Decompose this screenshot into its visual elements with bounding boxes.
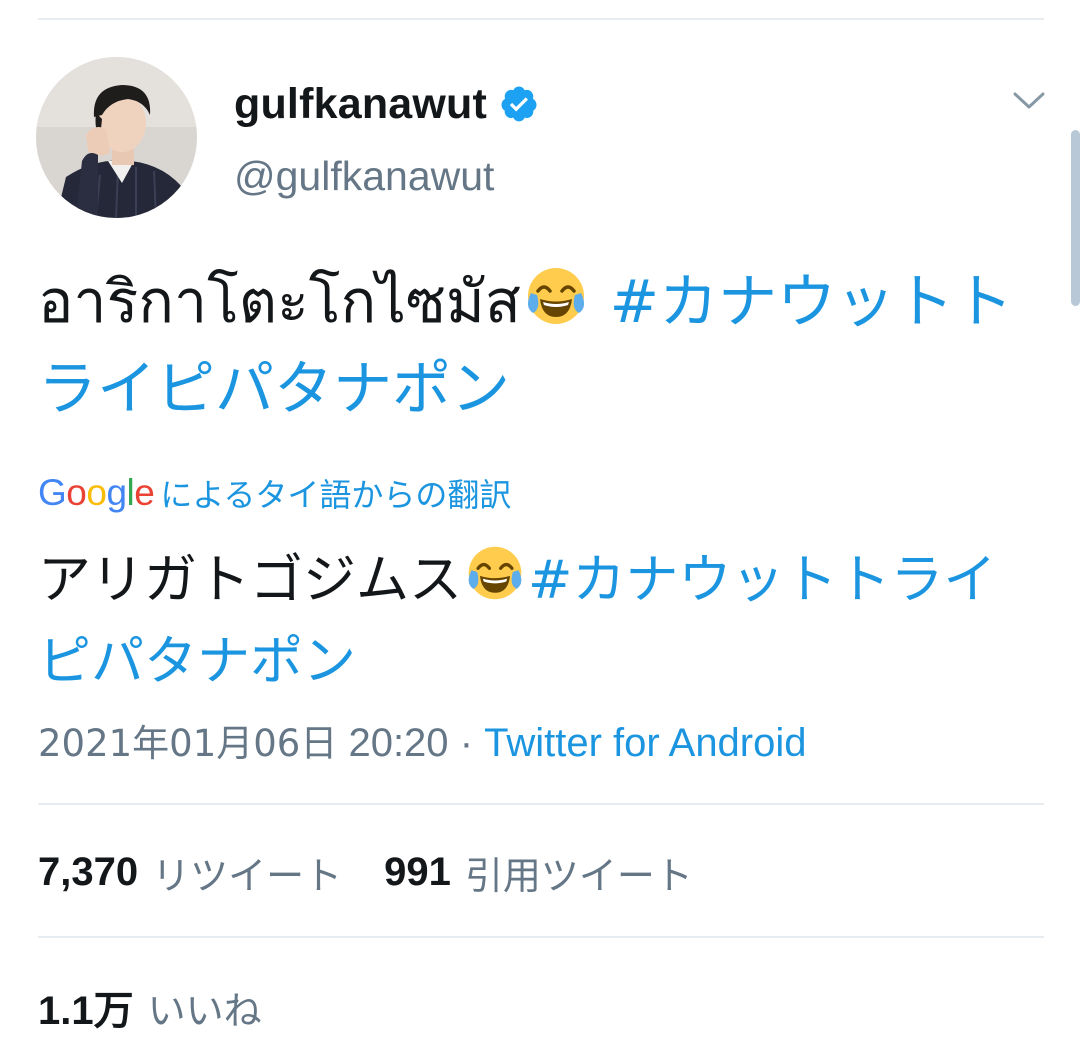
display-name[interactable]: gulfkanawut bbox=[234, 80, 487, 129]
tweet-source-link[interactable]: Twitter for Android bbox=[484, 721, 806, 765]
tweet-text-main: อาริกาโตะโกไซมัส bbox=[38, 267, 521, 336]
top-divider bbox=[38, 18, 1044, 20]
avatar[interactable] bbox=[36, 57, 197, 218]
likes-count[interactable]: 1.1万 bbox=[38, 978, 134, 1036]
translation-label[interactable]: によるタイ語からの翻訳 bbox=[160, 470, 511, 516]
chevron-down-icon[interactable] bbox=[1009, 85, 1049, 115]
face-with-tears-of-joy-icon bbox=[523, 263, 589, 349]
author-handle[interactable]: @gulfkanawut bbox=[234, 153, 494, 200]
translated-text: アリガトゴジムス #カナウットトライピパタナポン bbox=[38, 542, 1038, 699]
tweet-date: 2021年01月06日 bbox=[38, 722, 338, 765]
face-with-tears-of-joy-icon bbox=[464, 542, 526, 624]
divider bbox=[38, 803, 1044, 805]
author-name-row[interactable]: gulfkanawut bbox=[234, 76, 539, 132]
scrollbar-thumb[interactable] bbox=[1071, 130, 1080, 306]
tweet-text: อาริกาโตะโกไซมัส #カナウットトライピパタナポン bbox=[38, 262, 1038, 429]
likes-row: 1.1万 いいね bbox=[38, 978, 262, 1036]
quotes-label[interactable]: 引用ツイート bbox=[465, 845, 693, 900]
tweet-time: 20:20 bbox=[348, 721, 449, 765]
retweets-label[interactable]: リツイート bbox=[152, 845, 342, 900]
translated-text-main: アリガトゴジムス bbox=[38, 549, 462, 611]
meta-separator: · bbox=[459, 721, 474, 765]
tweet-meta: 2021年01月06日 20:20 · Twitter for Android bbox=[38, 713, 807, 767]
quotes-count[interactable]: 991 bbox=[384, 850, 451, 895]
google-logo: Google bbox=[38, 472, 155, 513]
verified-badge-icon bbox=[499, 84, 539, 124]
likes-label[interactable]: いいね bbox=[148, 980, 262, 1035]
divider bbox=[38, 936, 1044, 938]
translation-attribution[interactable]: Google によるタイ語からの翻訳 bbox=[38, 470, 511, 516]
retweets-count[interactable]: 7,370 bbox=[38, 850, 138, 895]
stats-row: 7,370 リツイート 991 引用ツイート bbox=[38, 845, 693, 900]
